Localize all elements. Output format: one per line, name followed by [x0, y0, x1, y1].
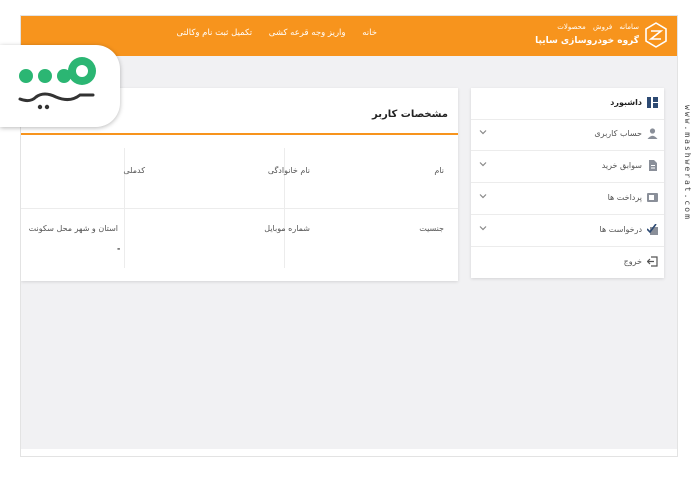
- chevron-down-icon: [479, 162, 487, 167]
- sidebar-item-label: پرداخت ها: [607, 193, 642, 202]
- dashboard-sidebar: داشبورد حساب کاربری سوابق خرید پرداخت ها…: [471, 88, 664, 278]
- brand-link-sales[interactable]: فروش: [593, 23, 612, 31]
- user-card-title: مشخصات کاربر: [371, 109, 448, 120]
- card-title-underline: [21, 133, 458, 135]
- main-nav: خانه واریز وجه قرعه کشی تکمیل ثبت نام وک…: [163, 28, 378, 38]
- sidebar-item-requests[interactable]: درخواست ها: [471, 215, 664, 247]
- field-label-last-name: نام خانوادگی: [267, 166, 310, 175]
- sidebar-header-label: داشبورد: [610, 98, 642, 107]
- field-label-mobile: شماره موبایل: [264, 224, 310, 233]
- saipa-logo-icon: [645, 22, 667, 48]
- dashboard-icon: [647, 97, 658, 108]
- watermark-url-text: www.mashwerat.com: [683, 105, 692, 221]
- chevron-down-icon: [479, 130, 487, 135]
- sidebar-item-purchase-history[interactable]: سوابق خرید: [471, 151, 664, 183]
- field-label-national-id: کدملی: [123, 166, 145, 175]
- chevron-down-icon: [479, 226, 487, 231]
- row-divider: [21, 208, 458, 209]
- document-icon: [649, 160, 657, 171]
- request-icon: [647, 224, 658, 235]
- sidebar-item-payments[interactable]: پرداخت ها: [471, 183, 664, 215]
- sidebar-dashboard-header[interactable]: داشبورد: [471, 88, 664, 120]
- brand-block[interactable]: سامانه فروش محصولات گروه خودروسازی سایپا: [535, 20, 667, 52]
- brand-link-system[interactable]: سامانه: [619, 23, 639, 31]
- chevron-down-icon: [479, 194, 487, 199]
- page-footer: [21, 449, 677, 456]
- sidebar-item-label: حساب کاربری: [594, 129, 642, 138]
- sidebar-item-label: درخواست ها: [599, 225, 642, 234]
- field-value-province-city: -: [117, 244, 121, 253]
- payment-icon: [647, 193, 658, 202]
- nav-complete-proxy-registration[interactable]: تکمیل ثبت نام وکالتی: [177, 28, 253, 38]
- logout-icon: [647, 256, 658, 267]
- sidebar-item-logout[interactable]: خروج: [471, 247, 664, 278]
- field-label-province-city: استان و شهر محل سکونت: [28, 224, 118, 233]
- field-label-first-name: نام: [434, 166, 444, 175]
- nav-lottery-deposit[interactable]: واریز وجه قرعه کشی: [269, 28, 346, 38]
- brand-links: سامانه فروش محصولات: [552, 23, 639, 31]
- field-label-gender: جنسیت: [419, 224, 444, 233]
- mashwerat-logo-icon: [18, 57, 96, 110]
- nav-home[interactable]: خانه: [362, 28, 377, 38]
- sidebar-item-account[interactable]: حساب کاربری: [471, 119, 664, 151]
- user-icon: [647, 128, 658, 139]
- watermark-logo-badge: [0, 45, 120, 127]
- sidebar-item-label: خروج: [623, 257, 642, 266]
- sidebar-item-label: سوابق خرید: [601, 161, 642, 170]
- brand-name: گروه خودروسازی سایپا: [535, 36, 639, 46]
- brand-link-products[interactable]: محصولات: [557, 23, 586, 31]
